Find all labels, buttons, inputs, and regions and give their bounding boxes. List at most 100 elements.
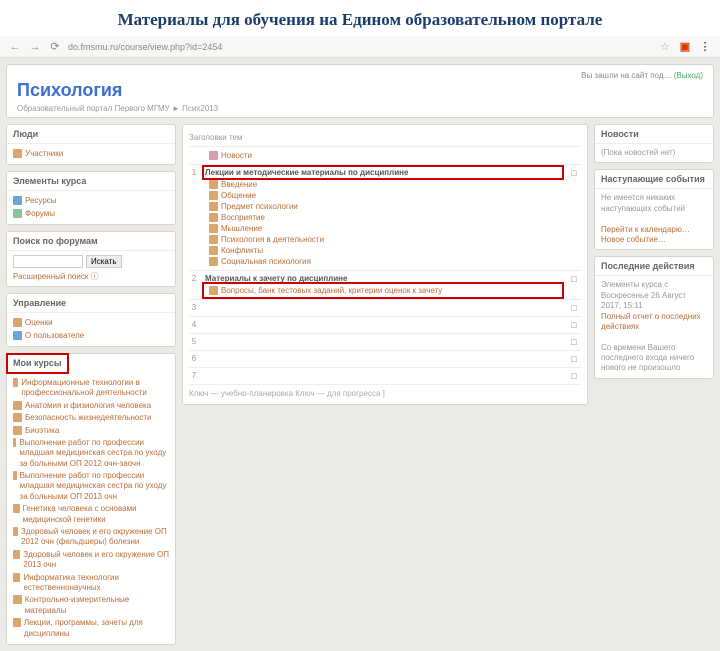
resource-link[interactable]: Мышление (209, 223, 561, 234)
grades-icon (13, 318, 22, 327)
block-title: Поиск по форумам (7, 232, 175, 251)
course-link[interactable]: Выполнение работ по профессии младшая ме… (13, 437, 169, 470)
resource-icon (13, 196, 22, 205)
login-info: Вы зашли на сайт под… (581, 71, 671, 80)
logout-link[interactable]: (Выход) (674, 71, 703, 80)
resource-link[interactable]: Введение (209, 179, 561, 190)
block-news: Новости (Пока новостей нет) (594, 124, 714, 163)
course-icon (13, 573, 20, 582)
topic-collapse-icon[interactable]: □ (567, 303, 581, 313)
topics-header: Заголовки тем (189, 133, 242, 142)
events-body: Не имеется никаких наступающих событий (601, 193, 707, 214)
course-icon (13, 426, 22, 435)
page-header: Вы зашли на сайт под… (Выход) Психология… (6, 64, 714, 118)
topic-collapse-icon[interactable]: □ (567, 320, 581, 330)
file-icon (209, 246, 218, 255)
course-link[interactable]: Информатика технологии естественнонаучны… (13, 572, 169, 595)
back-icon[interactable]: ← (8, 40, 22, 54)
list-item[interactable]: Ресурсы (13, 195, 169, 207)
course-link[interactable]: Генетика человека с основами медицинской… (13, 503, 169, 526)
topic-collapse-icon[interactable]: □ (567, 274, 581, 296)
page-title: Психология (17, 80, 703, 101)
resource-link[interactable]: Конфликты (209, 245, 561, 256)
right-column: Новости (Пока новостей нет) Наступающие … (594, 124, 714, 645)
course-icon (13, 471, 17, 480)
course-link[interactable]: Здоровый человек и его окружение ОП 2012… (13, 526, 169, 549)
course-icon (13, 595, 22, 604)
topic-content (205, 371, 561, 381)
topic-collapse-icon[interactable]: □ (567, 168, 581, 267)
course-link[interactable]: Биоэтика (13, 425, 169, 437)
course-icon (13, 550, 20, 559)
news-forum-link[interactable]: Новости (209, 150, 561, 161)
forum-icon (13, 209, 22, 218)
news-body: (Пока новостей нет) (595, 144, 713, 162)
office-icon[interactable]: ▣ (678, 40, 692, 54)
resource-link[interactable]: Общение (209, 190, 561, 201)
list-item[interactable]: Оценки (13, 317, 169, 329)
course-icon (13, 527, 18, 536)
file-icon (209, 235, 218, 244)
topic-content (205, 354, 561, 364)
topic-number: 7 (189, 371, 199, 381)
resource-link[interactable]: Восприятие (209, 212, 561, 223)
topic-collapse-icon[interactable]: □ (567, 354, 581, 364)
file-icon (209, 180, 218, 189)
menu-icon[interactable]: ⋮ (698, 40, 712, 54)
topic-content: Материалы к зачету по дисциплинеВопросы,… (205, 274, 561, 296)
slide-title: Материалы для обучения на Едином образов… (0, 0, 720, 36)
breadcrumb[interactable]: Образовательный портал Первого МГМУ ► Пс… (17, 104, 703, 113)
recent-report-link[interactable]: Полный отчет о последних действиях (601, 312, 707, 333)
calendar-link[interactable]: Перейти к календарю… (601, 225, 707, 235)
url-bar[interactable]: do.fmsmu.ru/course/view.php?id=2454 (68, 42, 652, 52)
course-link[interactable]: Лекции, программы, зачеты для дисциплины (13, 617, 169, 640)
key-legend: Ключ — учебно-планировка Ключ — для прог… (189, 389, 581, 398)
topic-collapse-icon[interactable]: □ (567, 371, 581, 381)
block-elements: Элементы курса Ресурсы Форумы (6, 171, 176, 225)
topic-number: 4 (189, 320, 199, 330)
topic-number: 1 (189, 168, 199, 267)
block-title-mycourses: Мои курсы (7, 354, 68, 373)
resource-link[interactable]: Вопросы, банк тестовых заданий, критерии… (209, 285, 561, 296)
topic-row: 5□ (189, 334, 581, 351)
block-title: Элементы курса (7, 172, 175, 191)
course-link[interactable]: Контрольно-измерительные материалы (13, 594, 169, 617)
search-button[interactable]: Искать (86, 255, 122, 268)
topic-title: Лекции и методические материалы по дисци… (205, 168, 561, 177)
resource-link[interactable]: Психология в деятельности (209, 234, 561, 245)
course-link[interactable]: Здоровый человек и его окружение ОП 2013… (13, 549, 169, 572)
search-input[interactable] (13, 255, 83, 268)
file-icon (209, 191, 218, 200)
forum-icon (209, 151, 218, 160)
course-link[interactable]: Информационные технологии в профессионал… (13, 377, 169, 400)
course-icon (13, 504, 20, 513)
topic-row: Новости (189, 147, 581, 165)
topic-row: 6□ (189, 351, 581, 368)
resource-link[interactable]: Социальная психология (209, 256, 561, 267)
course-icon (13, 413, 22, 422)
resource-link[interactable]: Предмет психологии (209, 201, 561, 212)
topic-collapse-icon[interactable]: □ (567, 337, 581, 347)
forward-icon[interactable]: → (28, 40, 42, 54)
list-item[interactable]: О пользователе (13, 330, 169, 342)
topic-number: 2 (189, 274, 199, 296)
file-icon (209, 224, 218, 233)
reload-icon[interactable]: ⟳ (48, 40, 62, 54)
list-item[interactable]: Участники (13, 148, 169, 160)
block-events: Наступающие события Не имеется никаких н… (594, 169, 714, 250)
topic-content (205, 303, 561, 313)
bookmark-star-icon[interactable]: ☆ (658, 40, 672, 54)
block-title: Люди (7, 125, 175, 144)
list-item[interactable]: Форумы (13, 208, 169, 220)
help-icon[interactable]: ⓘ (91, 272, 99, 281)
course-link[interactable]: Безопасность жизнедеятельности (13, 412, 169, 424)
block-title: Новости (595, 125, 713, 144)
advanced-search-link[interactable]: Расширенный поиск ⓘ (13, 271, 169, 282)
topic-number: 5 (189, 337, 199, 347)
new-event-link[interactable]: Новое событие… (601, 235, 707, 245)
recent-footer: Со времени Вашего последнего входа ничег… (601, 343, 707, 374)
course-link[interactable]: Выполнение работ по профессии младшая ме… (13, 470, 169, 503)
course-link[interactable]: Анатомия и физиология человека (13, 400, 169, 412)
topic-row: 3□ (189, 300, 581, 317)
block-recent: Последние действия Элементы курса с Воск… (594, 256, 714, 379)
